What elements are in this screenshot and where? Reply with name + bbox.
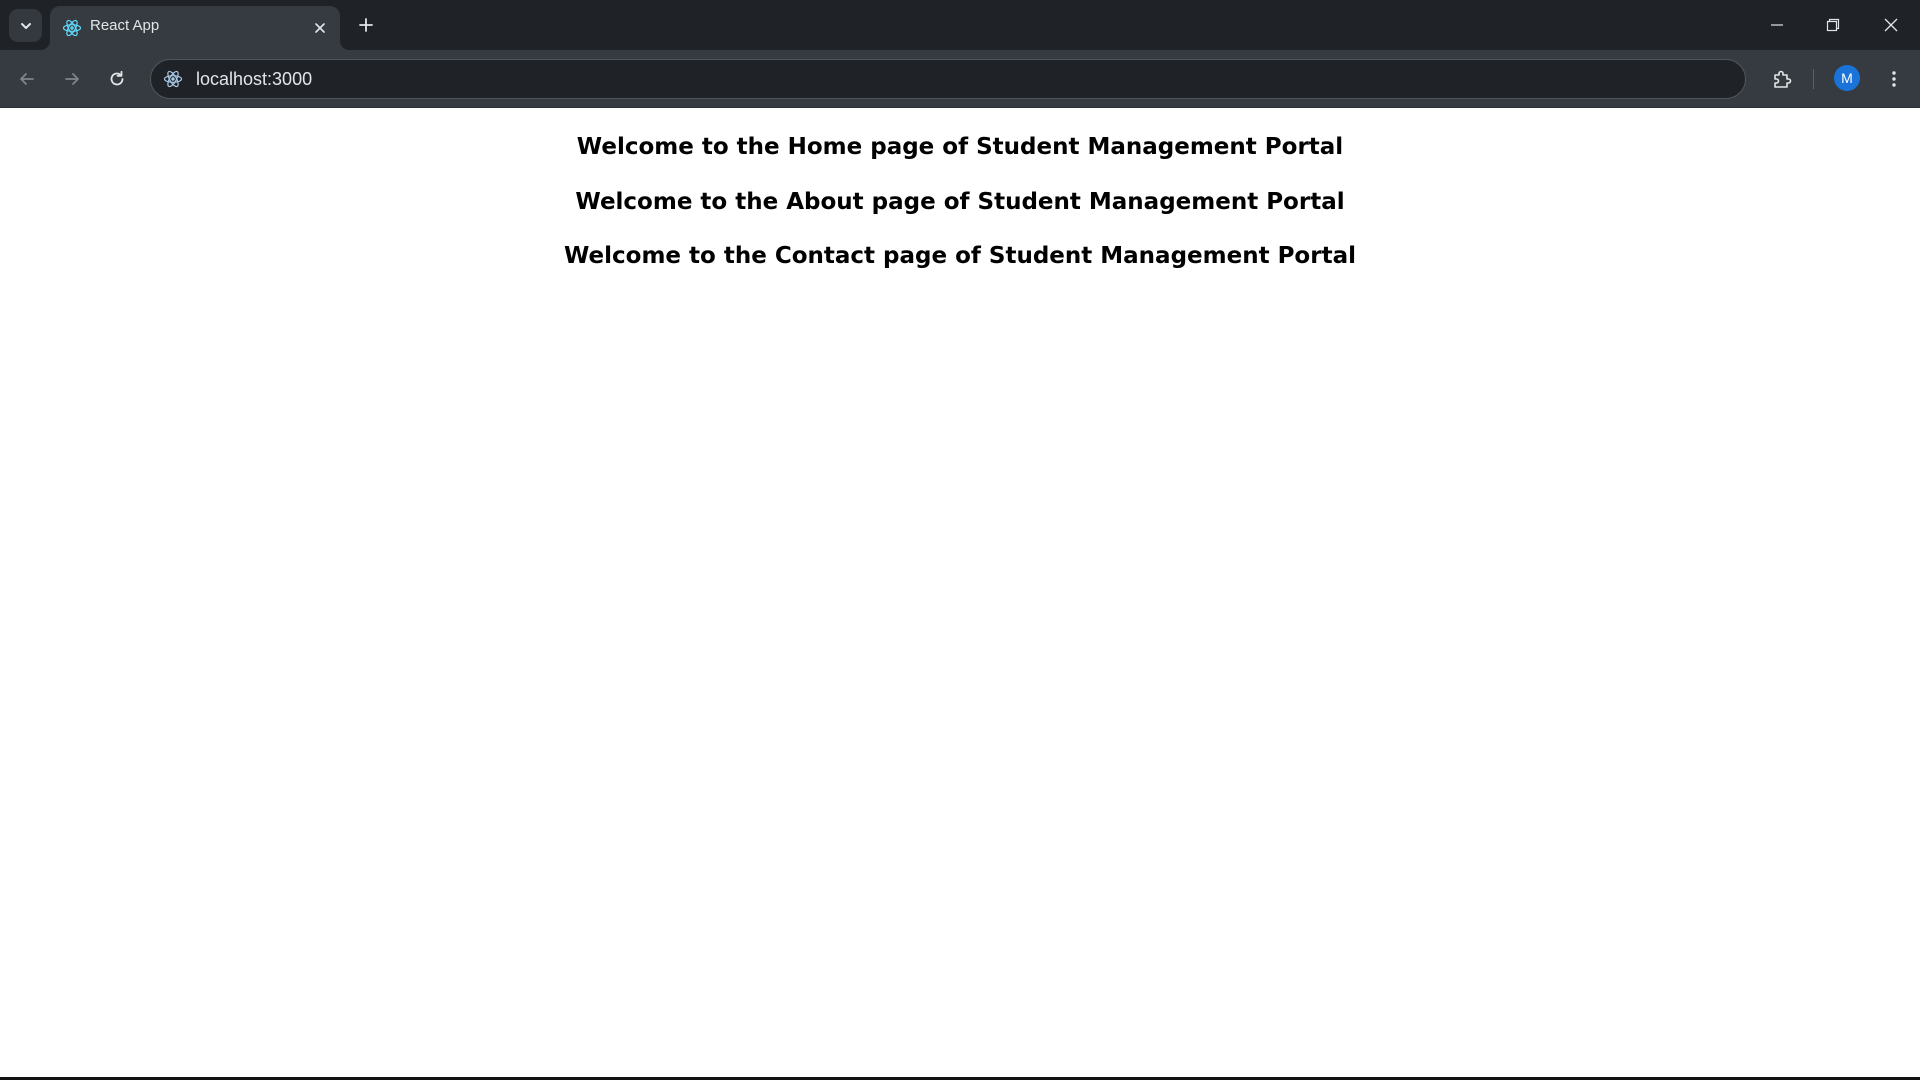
arrow-left-icon — [20, 73, 34, 85]
url-text: localhost:3000 — [196, 69, 313, 89]
tab-close-button[interactable] — [310, 18, 330, 38]
arrow-right-icon — [65, 73, 79, 85]
close-icon — [315, 23, 325, 33]
restore-button[interactable] — [1818, 10, 1848, 40]
profile-avatar[interactable]: M — [1834, 65, 1860, 91]
tab-title: React App — [90, 17, 160, 34]
home-heading: Welcome to the Home page of Student Mana… — [576, 134, 1344, 160]
forward-button[interactable] — [56, 63, 88, 95]
browser-toolbar: localhost:3000 M — [0, 50, 1920, 108]
puzzle-icon — [1774, 70, 1792, 88]
more-vertical-icon — [1892, 71, 1896, 87]
plus-icon — [359, 18, 373, 32]
back-button[interactable] — [11, 63, 43, 95]
browser-menu-button[interactable] — [1878, 63, 1910, 95]
extensions-button[interactable] — [1766, 63, 1798, 95]
reload-icon — [110, 70, 124, 86]
reload-button[interactable] — [101, 63, 133, 95]
react-icon — [62, 19, 82, 37]
address-bar[interactable]: localhost:3000 — [150, 59, 1746, 99]
restore-icon — [1826, 18, 1840, 32]
minimize-button[interactable] — [1762, 10, 1792, 40]
new-tab-button[interactable] — [354, 13, 378, 37]
close-window-button[interactable] — [1876, 10, 1906, 40]
contact-heading: Welcome to the Contact page of Student M… — [564, 243, 1356, 269]
tab-strip: React App — [0, 0, 1920, 50]
tab-search-button[interactable] — [9, 9, 42, 42]
chevron-down-icon — [20, 22, 31, 29]
page-content: Welcome to the Home page of Student Mana… — [0, 108, 1920, 1078]
site-info-icon[interactable] — [163, 69, 183, 89]
toolbar-divider — [1813, 69, 1814, 89]
close-icon — [1884, 18, 1898, 32]
browser-window: React App localhost:3000 M Welcome to th… — [0, 0, 1920, 1080]
minimize-icon — [1771, 24, 1783, 26]
tab-react-app[interactable]: React App — [40, 6, 350, 50]
about-heading: Welcome to the About page of Student Man… — [575, 189, 1345, 215]
